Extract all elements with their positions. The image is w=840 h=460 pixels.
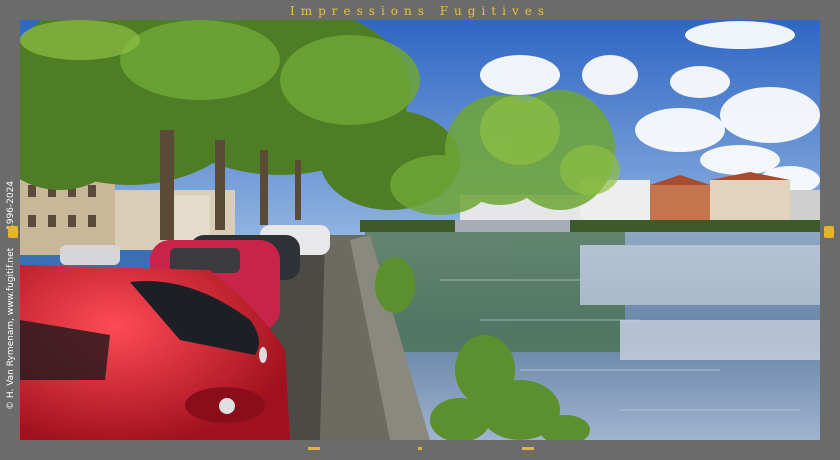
copyright-credit: © H. Van Rymenam, www.fugitif.net 1996-2… (4, 181, 18, 410)
credit-years: 1996-2024 (6, 180, 16, 230)
bottom-marker-1 (308, 447, 320, 450)
bottom-marker-3 (522, 447, 534, 450)
credit-text: © H. Van Rymenam, www.fugitif.net (6, 247, 16, 410)
frame-marker-right (824, 226, 834, 238)
canal-scene (20, 20, 820, 440)
far-bank (360, 220, 820, 232)
frame-marker-left (8, 226, 18, 238)
site-title: Impressions Fugitives (290, 4, 550, 18)
photograph (20, 20, 820, 440)
bottom-marker-2 (418, 447, 422, 450)
reflections (365, 232, 820, 360)
